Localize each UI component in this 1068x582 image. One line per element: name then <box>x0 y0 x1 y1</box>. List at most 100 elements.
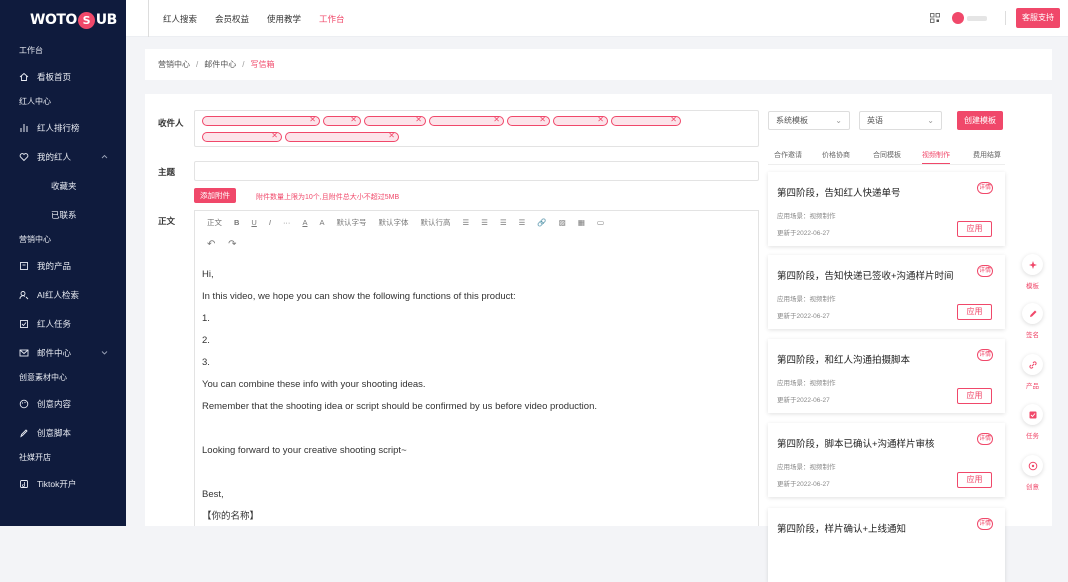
line-height-select[interactable]: 默认行高 <box>420 217 450 228</box>
float-tool-signature[interactable]: 签名 <box>1021 303 1044 339</box>
detail-badge[interactable]: 详情 <box>977 349 993 361</box>
language-select[interactable]: 英语 ⌄ <box>859 111 942 130</box>
close-icon[interactable]: ✕ <box>493 115 500 124</box>
italic-button[interactable]: I <box>269 218 271 227</box>
breadcrumb-mail[interactable]: 邮件中心 <box>204 59 236 70</box>
numbered-list-icon[interactable]: ☰ <box>481 218 488 227</box>
sidebar-item-ranking[interactable]: 红人排行榜 <box>0 113 126 142</box>
sidebar-item-mail[interactable]: 邮件中心 <box>0 338 126 367</box>
create-template-button[interactable]: 创建模板 <box>957 111 1003 130</box>
close-icon[interactable]: ✕ <box>415 115 422 124</box>
body-label: 正文 <box>158 216 176 226</box>
recipient-chip[interactable]: ✕ <box>285 131 399 142</box>
template-title: 第四阶段，告知快递已签收+沟通样片时间 <box>777 271 954 282</box>
template-card[interactable]: 第四阶段，脚本已确认+沟通样片审核 详情 应用场景：视频制作 更新于2022-0… <box>768 423 1005 497</box>
recipient-chip[interactable]: ✕ <box>202 131 282 142</box>
recipient-chip[interactable]: ✕ <box>553 115 608 126</box>
close-icon[interactable]: ✕ <box>539 115 546 124</box>
template-title: 第四阶段，样片确认+上线通知 <box>777 524 907 535</box>
recipient-chip[interactable]: ✕ <box>611 115 681 126</box>
topnav-tutorial[interactable]: 使用教学 <box>267 13 301 25</box>
indent-icon[interactable]: ☰ <box>519 218 526 227</box>
background-color-button[interactable]: A <box>319 218 324 227</box>
recipient-chip[interactable]: ✕ <box>323 115 361 126</box>
bold-button[interactable]: B <box>234 218 239 227</box>
template-card[interactable]: 第四阶段，告知快递已签收+沟通样片时间 详情 应用场景：视频制作 更新于2022… <box>768 255 1005 329</box>
image-icon[interactable]: ▨ <box>559 218 566 227</box>
recipient-chip[interactable]: ✕ <box>507 115 550 126</box>
close-icon[interactable]: ✕ <box>670 115 677 124</box>
sidebar-item-products[interactable]: 我的产品 <box>0 251 126 280</box>
float-tool-task[interactable]: 任务 <box>1021 404 1044 440</box>
apply-button[interactable]: 应用 <box>957 472 992 488</box>
font-color-button[interactable]: A <box>302 218 307 227</box>
sidebar-item-creative-script[interactable]: 创意脚本 <box>0 418 126 447</box>
apply-button[interactable]: 应用 <box>957 221 992 237</box>
sidebar-item-ai-search[interactable]: AI红人检索 <box>0 280 126 309</box>
paragraph-style-select[interactable]: 正文 <box>207 217 222 228</box>
recipient-chip[interactable]: ✕ <box>364 115 426 126</box>
detail-badge[interactable]: 详情 <box>977 433 993 445</box>
link-icon[interactable]: 🔗 <box>537 218 546 227</box>
template-type-select[interactable]: 系统模板 ⌄ <box>768 111 850 130</box>
close-icon[interactable]: ✕ <box>271 131 278 140</box>
rich-text-editor[interactable]: 正文 B U I ··· A A 默认字号 默认字体 默认行高 ☰ ☰ ☰ ☰ … <box>194 210 759 526</box>
breadcrumb-current: 写信箱 <box>250 60 275 69</box>
close-icon[interactable]: ✕ <box>309 115 316 124</box>
template-card[interactable]: 第四阶段，和红人沟通拍摄脚本 详情 应用场景：视频制作 更新于2022-06-2… <box>768 339 1005 413</box>
close-icon[interactable]: ✕ <box>388 131 395 140</box>
tab-video-production[interactable]: 视频制作 <box>922 150 950 164</box>
sidebar-item-tiktok[interactable]: Tiktok开户 <box>0 469 126 498</box>
sidebar-item-label: 创意内容 <box>37 398 72 409</box>
support-button[interactable]: 客服支持 <box>1016 8 1060 28</box>
tab-price-negotiation[interactable]: 价格协商 <box>822 150 850 160</box>
recipient-chip[interactable]: ✕ <box>202 115 320 126</box>
font-family-select[interactable]: 默认字体 <box>378 217 408 228</box>
bullet-list-icon[interactable]: ☰ <box>462 218 469 227</box>
avatar[interactable] <box>952 12 964 24</box>
sidebar-item-label: 我的产品 <box>37 260 72 271</box>
font-size-select[interactable]: 默认字号 <box>336 217 366 228</box>
chevron-down-icon: ⌄ <box>927 116 934 125</box>
detail-badge[interactable]: 详情 <box>977 182 993 194</box>
detail-badge[interactable]: 详情 <box>977 265 993 277</box>
sidebar-item-creative-content[interactable]: 创意内容 <box>0 389 126 418</box>
close-icon[interactable]: ✕ <box>597 115 604 124</box>
tab-contract-template[interactable]: 合同模板 <box>873 150 901 160</box>
email-body[interactable]: Hi, In this video, we hope you can show … <box>202 264 597 528</box>
template-card[interactable]: 第四阶段，样片确认+上线通知 详情 <box>768 508 1005 582</box>
topnav-influencer-search[interactable]: 红人搜索 <box>163 13 197 25</box>
subject-input[interactable] <box>194 161 759 181</box>
redo-icon[interactable]: ↷ <box>228 239 236 250</box>
underline-button[interactable]: U <box>251 218 256 227</box>
breadcrumb-marketing[interactable]: 营销中心 <box>158 59 190 70</box>
sidebar-subitem-favorites[interactable]: 收藏夹 <box>0 171 126 200</box>
table-icon[interactable]: ▦ <box>578 218 585 227</box>
recipient-chip[interactable]: ✕ <box>429 115 504 126</box>
detail-badge[interactable]: 详情 <box>977 518 993 530</box>
template-card[interactable]: 第四阶段，告知红人快递单号 详情 应用场景：视频制作 更新于2022-06-27… <box>768 172 1005 246</box>
qrcode-icon[interactable] <box>930 13 940 23</box>
username-redacted[interactable] <box>967 15 987 21</box>
apply-button[interactable]: 应用 <box>957 388 992 404</box>
float-tool-template[interactable]: 模板 <box>1021 254 1044 290</box>
logo[interactable]: WOTO S UB <box>0 0 126 40</box>
tab-fee-settlement[interactable]: 费用结算 <box>973 150 1001 160</box>
undo-icon[interactable]: ↶ <box>207 239 215 250</box>
align-icon[interactable]: ☰ <box>500 218 507 227</box>
recipient-field[interactable]: ✕ ✕ ✕ ✕ ✕ ✕ ✕ ✕ ✕ <box>194 110 759 147</box>
sidebar-item-my-influencers[interactable]: 我的红人 <box>0 142 126 171</box>
topnav-membership[interactable]: 会员权益 <box>215 13 249 25</box>
sidebar-subitem-contacted[interactable]: 已联系 <box>0 200 126 229</box>
add-attachment-button[interactable]: 添加附件 <box>194 188 236 203</box>
topnav-workbench[interactable]: 工作台 <box>319 13 345 25</box>
apply-button[interactable]: 应用 <box>957 304 992 320</box>
close-icon[interactable]: ✕ <box>350 115 357 124</box>
more-button[interactable]: ··· <box>283 218 291 227</box>
sidebar-item-tasks[interactable]: 红人任务 <box>0 309 126 338</box>
code-block-icon[interactable]: ▭ <box>597 218 604 227</box>
float-tool-creative[interactable]: 创意 <box>1021 455 1044 491</box>
tab-cooperation-invite[interactable]: 合作邀请 <box>774 150 802 160</box>
float-tool-product[interactable]: 产品 <box>1021 354 1044 390</box>
sidebar-item-dashboard[interactable]: 看板首页 <box>0 62 126 91</box>
